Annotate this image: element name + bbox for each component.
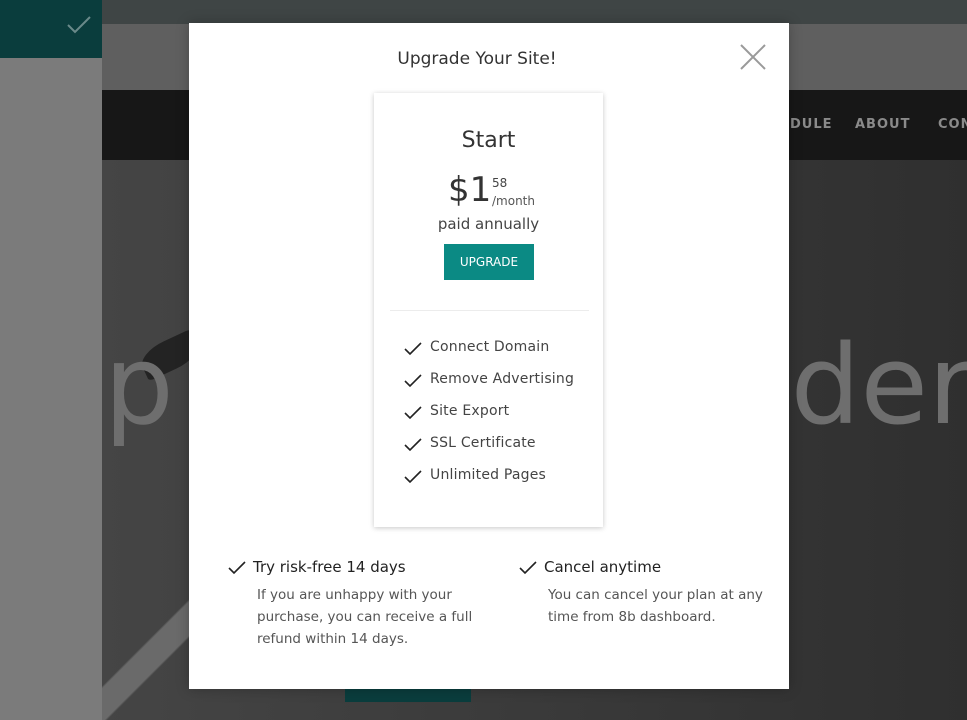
feature-label: Connect Domain bbox=[430, 339, 550, 355]
card-divider bbox=[390, 310, 589, 311]
risk-free-info: Try risk-free 14 days If you are unhappy… bbox=[228, 558, 498, 647]
info-title: Cancel anytime bbox=[544, 558, 662, 576]
cancel-anytime-info: Cancel anytime You can cancel your plan … bbox=[519, 558, 789, 625]
background-check-block bbox=[0, 0, 102, 58]
modal-title: Upgrade Your Site! bbox=[397, 49, 557, 69]
check-icon bbox=[404, 342, 422, 356]
feature-label: Site Export bbox=[430, 403, 510, 419]
check-icon bbox=[228, 561, 246, 575]
background-nav-item: ABOUT bbox=[855, 117, 911, 132]
info-text: You can cancel your plan at any time fro… bbox=[548, 587, 763, 625]
check-icon bbox=[404, 438, 422, 452]
check-icon bbox=[404, 406, 422, 420]
upgrade-button[interactable]: UPGRADE bbox=[444, 244, 534, 280]
background-button bbox=[345, 688, 471, 702]
feature-label: Unlimited Pages bbox=[430, 467, 547, 483]
close-icon bbox=[740, 44, 766, 70]
price-cents: 58 bbox=[492, 176, 508, 190]
check-icon bbox=[519, 561, 537, 575]
feature-label: SSL Certificate bbox=[430, 435, 536, 451]
info-title: Try risk-free 14 days bbox=[253, 558, 406, 576]
background-hero-text: p bbox=[104, 321, 174, 449]
close-button[interactable] bbox=[739, 43, 767, 71]
price-whole: $1 bbox=[448, 170, 492, 210]
price-period: /month bbox=[492, 194, 535, 208]
billing-note: paid annually bbox=[437, 215, 540, 233]
check-icon bbox=[404, 470, 422, 484]
background-nav-item: DULE bbox=[790, 117, 833, 132]
check-icon bbox=[404, 374, 422, 388]
background-left-panel bbox=[0, 0, 102, 720]
background-topbar bbox=[102, 0, 967, 24]
feature-label: Remove Advertising bbox=[430, 371, 575, 387]
background-hero-text: lder bbox=[760, 321, 967, 449]
info-text: If you are unhappy with your purchase, y… bbox=[257, 587, 473, 647]
plan-name: Start bbox=[461, 128, 516, 153]
upgrade-modal: Upgrade Your Site! Start $1 58 /month pa… bbox=[189, 23, 789, 689]
plan-card: Start $1 58 /month paid annually UPGRADE… bbox=[374, 93, 603, 527]
background-nav-item: CON bbox=[938, 117, 967, 132]
check-icon bbox=[67, 16, 91, 34]
